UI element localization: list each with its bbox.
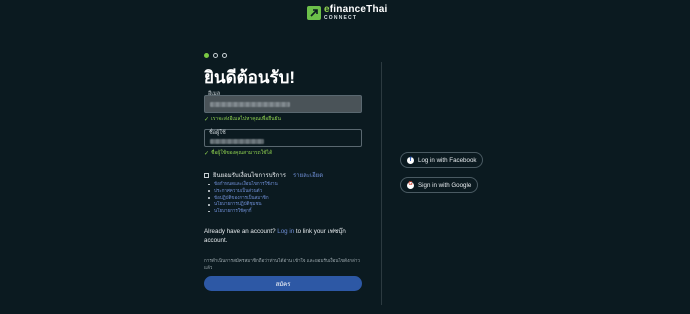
brand-name: financeThai <box>329 4 388 15</box>
step-dot-3 <box>222 53 227 58</box>
signup-button[interactable]: สมัคร <box>204 276 362 291</box>
cookie-doc-link[interactable]: นโยบายการใช้คุกกี้ <box>208 208 278 215</box>
logo-arrow-icon <box>307 6 321 20</box>
facebook-icon: f <box>407 156 414 164</box>
username-label: ชื่อผู้ใช้ <box>209 130 226 136</box>
email-hint-text: เราจะส่งอีเมลไปหาคุณเพื่อยืนยัน <box>211 116 281 122</box>
page-title: ยินดีต้อนรับ! <box>204 68 296 87</box>
brand-sub: CONNECT <box>324 15 358 21</box>
terms-row: ยินยอมรับเงื่อนไขการบริการ รายละเอียด <box>204 170 323 180</box>
email-field[interactable] <box>204 95 362 113</box>
login-link[interactable]: Log in <box>277 228 294 235</box>
terms-document-list: ข้อกำหนดและเงื่อนไขการใช้งาน ประกาศความเ… <box>208 181 278 215</box>
brand-wordmark: efinanceThai CONNECT <box>324 5 388 21</box>
google-signin-label: Sign in with Google <box>418 181 472 189</box>
username-hint: ✓ ชื่อผู้ใช้ของคุณสามารถใช้ได้ <box>204 149 272 157</box>
check-icon: ✓ <box>204 150 210 157</box>
terms-label: ยินยอมรับเงื่อนไขการบริการ <box>213 173 287 179</box>
consent-note: การดำเนินการสมัครสมาชิกถือว่าท่านได้อ่าน… <box>204 258 360 270</box>
step-dot-2 <box>213 53 218 58</box>
username-field[interactable]: ชื่อผู้ใช้ <box>204 129 362 147</box>
google-signin-button[interactable]: G Sign in with Google <box>400 177 479 193</box>
terms-checkbox[interactable] <box>204 172 209 178</box>
step-indicator <box>204 53 227 58</box>
username-hint-text: ชื่อผู้ใช้ของคุณสามารถใช้ได้ <box>211 150 273 156</box>
terms-details-link[interactable]: รายละเอียด <box>293 170 323 180</box>
existing-account-note: Already have an account? Log in to link … <box>204 227 364 245</box>
facebook-login-button[interactable]: f Log in with Facebook <box>400 152 484 168</box>
username-value-redacted <box>210 139 264 144</box>
step-dot-1 <box>204 53 209 58</box>
check-icon: ✓ <box>204 116 210 123</box>
terms-doc-link[interactable]: ข้อกำหนดและเงื่อนไขการใช้งาน <box>208 181 278 188</box>
google-icon: G <box>407 181 414 189</box>
email-hint: ✓ เราจะส่งอีเมลไปหาคุณเพื่อยืนยัน <box>204 115 281 123</box>
privacy-doc-link[interactable]: ประกาศความเป็นส่วนตัว <box>208 188 278 195</box>
email-value-redacted <box>210 102 290 107</box>
vertical-divider <box>381 62 382 305</box>
existing-account-prefix: Already have an account? <box>204 228 276 235</box>
brand-logo[interactable]: efinanceThai CONNECT <box>307 5 388 21</box>
facebook-login-label: Log in with Facebook <box>418 156 477 164</box>
